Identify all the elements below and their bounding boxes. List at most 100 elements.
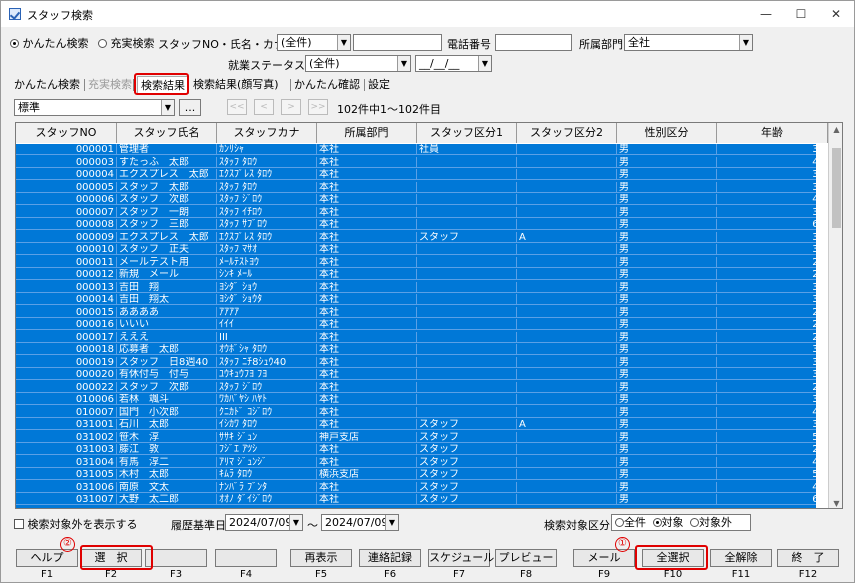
tab-settings[interactable]: 設定: [365, 76, 393, 94]
table-row[interactable]: 000001管理者ｶﾝﾘｼｬ本社社員 男37: [16, 144, 816, 155]
table-cell: [417, 156, 517, 168]
table-cell: 25: [717, 382, 816, 393]
table-cell: [517, 244, 617, 255]
table-row[interactable]: 031006南原 文太ﾅﾝﾊﾞﾗ ﾌﾞﾝﾀ本社スタッフ 男47: [16, 481, 816, 493]
table-row[interactable]: 000015ああああｱｱｱｱ本社 男23: [16, 306, 816, 318]
table-row[interactable]: 031007大野 太二郎ｵｵﾉ ﾀﾞｲｼﾞﾛｳ本社スタッフ 男69: [16, 494, 816, 505]
radio-simple-search[interactable]: [10, 39, 19, 48]
exit-button[interactable]: 終 了: [777, 549, 839, 567]
vertical-scrollbar[interactable]: ▲ ▼: [828, 123, 842, 508]
table-cell: 本社: [317, 344, 417, 355]
nav-first-button[interactable]: <<: [227, 99, 247, 115]
table-row[interactable]: 031004有馬 淳二ｱﾘﾏ ｼﾞｭﾝｼﾞ本社スタッフ 男48: [16, 456, 816, 468]
table-row[interactable]: 000006スタッフ 次郎ｽﾀｯﾌ ｼﾞﾛｳ本社 男49: [16, 194, 816, 205]
table-row[interactable]: 000012新規 メールｼﾝｷ ﾒｰﾙ本社 男24: [16, 269, 816, 280]
table-cell: 笹木 淳: [117, 431, 217, 443]
table-row[interactable]: 000018応募者 太郎ｵｳﾎﾞｼｬ ﾀﾛｳ本社 男39: [16, 344, 816, 355]
table-row[interactable]: 000022スタッフ 次郎ｽﾀｯﾌ ｼﾞﾛｳ本社 男25: [16, 381, 816, 393]
table-row[interactable]: 000017えええIII本社 男24: [16, 331, 816, 343]
table-cell: ｲｲｲ: [217, 319, 317, 330]
column-header[interactable]: 性別区分: [617, 123, 717, 143]
close-icon[interactable]: ✕: [819, 4, 853, 24]
scroll-thumb[interactable]: [832, 148, 841, 228]
phone-input[interactable]: [495, 34, 572, 51]
table-row[interactable]: 031003藤江 敦ﾌｼﾞｴ ｱﾂｼ本社スタッフ 男24: [16, 444, 816, 455]
radio-target-all[interactable]: [615, 518, 624, 527]
deselect-all-button[interactable]: 全解除: [710, 549, 772, 567]
date-from-picker[interactable]: 2024/07/09 ▼: [225, 514, 303, 531]
table-cell: ｷﾑﾗ ﾀﾛｳ: [217, 469, 317, 480]
layout-edit-button[interactable]: ...: [179, 99, 201, 116]
nav-prev-button[interactable]: <: [254, 99, 274, 115]
table-cell: スタッフ 正夫: [117, 244, 217, 255]
table-row[interactable]: 000013吉田 翔ﾖｼﾀﾞ ｼｮｳ本社 男33: [16, 281, 816, 293]
staff-select[interactable]: (全件) ▼: [277, 34, 351, 51]
layout-select[interactable]: 標準 ▼: [14, 99, 175, 116]
date-select[interactable]: __/__/__ ▼: [415, 55, 492, 72]
table-cell: [517, 394, 617, 405]
table-row[interactable]: 010007国門 小次郎ｸﾆｶﾄﾞ ｺｼﾞﾛｳ本社 男44: [16, 406, 816, 418]
tab-quick-check[interactable]: かんたん確認: [291, 76, 363, 94]
mail-button[interactable]: メール: [573, 549, 635, 567]
radio-target-off[interactable]: [690, 518, 699, 527]
table-row[interactable]: 000011メールテスト用ﾒｰﾙﾃｽﾄﾖｳ本社 男24: [16, 256, 816, 268]
table-row[interactable]: 000020有休付与 付与ﾕｳｷｭｳﾌﾖ ﾌﾖ本社 男35: [16, 369, 816, 380]
contact-log-button[interactable]: 連絡記録: [359, 549, 421, 567]
column-header[interactable]: スタッフ区分1: [417, 123, 517, 143]
radio-full-search[interactable]: [98, 39, 107, 48]
function-key-label: F1: [40, 569, 54, 580]
staff-search-window: スタッフ検索 — ☐ ✕ かんたん検索 充実検索 スタッフNO・氏名・カナ (全…: [0, 0, 855, 583]
table-row[interactable]: 000008スタッフ 三郎ｽﾀｯﾌ ｻﾌﾞﾛｳ本社 男68: [16, 219, 816, 230]
status-select[interactable]: (全件) ▼: [305, 55, 411, 72]
refresh-button[interactable]: 再表示: [290, 549, 352, 567]
table-cell: 男: [617, 431, 717, 443]
table-cell: 39: [717, 344, 816, 355]
date-to-picker[interactable]: 2024/07/09 ▼: [321, 514, 399, 531]
table-cell: [417, 356, 517, 368]
column-header[interactable]: 所属部門: [317, 123, 417, 143]
radio-target-on[interactable]: [652, 518, 662, 527]
table-row[interactable]: 000009エクスプレス 太郎ｴｸｽﾌﾟﾚｽ ﾀﾛｳ本社スタッフA男35: [16, 231, 816, 243]
table-row[interactable]: 000003すたっふ 太郎ｽﾀｯﾌ ﾀﾛｳ本社 男49: [16, 156, 816, 168]
table-cell: [517, 481, 617, 493]
column-header[interactable]: 年齢: [717, 123, 828, 143]
table-row[interactable]: 000014吉田 翔太ﾖｼﾀﾞ ｼｮｳﾀ本社 男33: [16, 294, 816, 305]
radio-simple-label: かんたん検索: [22, 37, 89, 50]
scroll-down-icon[interactable]: ▼: [829, 499, 842, 508]
column-header[interactable]: スタッフ氏名: [117, 123, 217, 143]
table-row[interactable]: 000005スタッフ 太郎ｽﾀｯﾌ ﾀﾛｳ本社 男34: [16, 181, 816, 193]
column-header[interactable]: スタッフカナ: [217, 123, 317, 143]
dept-select[interactable]: 全社 ▼: [624, 34, 753, 51]
nav-next-button[interactable]: >: [281, 99, 301, 115]
table-cell: 本社: [317, 456, 417, 468]
column-header[interactable]: スタッフ区分2: [517, 123, 617, 143]
column-header[interactable]: スタッフNO: [16, 123, 117, 143]
title-bar: スタッフ検索 — ☐ ✕: [1, 1, 854, 27]
table-row[interactable]: 031002笹木 淳ｻｻｷ ｼﾞｭﾝ神戸支店スタッフ 男51: [16, 431, 816, 443]
table-cell: 000016: [16, 319, 117, 330]
staff-input[interactable]: [353, 34, 442, 51]
table-row[interactable]: 000016いいいｲｲｲ本社 男23: [16, 319, 816, 330]
table-row[interactable]: 010006若林 颯斗ﾜｶﾊﾞﾔｼ ﾊﾔﾄ本社 男37: [16, 394, 816, 405]
table-row[interactable]: 000004エクスプレス 太郎ｴｸｽﾌﾟﾚｽ ﾀﾛｳ本社 男34: [16, 169, 816, 180]
table-row[interactable]: 031005木村 太郎ｷﾑﾗ ﾀﾛｳ横浜支店スタッフ 男59: [16, 469, 816, 480]
f4-button[interactable]: [215, 549, 277, 567]
tab-full-search[interactable]: 充実検索: [85, 76, 135, 94]
schedule-button[interactable]: スケジュール: [428, 549, 494, 567]
maximize-icon[interactable]: ☐: [784, 4, 818, 24]
table-row[interactable]: 031001石川 太郎ｲｼｶﾜ ﾀﾛｳ本社スタッフA男36: [16, 419, 816, 430]
nav-last-button[interactable]: >>: [308, 99, 328, 115]
scroll-up-icon[interactable]: ▲: [829, 125, 842, 134]
preview-button[interactable]: プレビュー: [495, 549, 557, 567]
table-row[interactable]: 000007スタッフ 一朗ｽﾀｯﾌ ｲﾁﾛｳ本社 男33: [16, 206, 816, 218]
table-cell: 男: [617, 494, 717, 505]
tab-search-results-photo[interactable]: 検索結果(顔写真): [190, 76, 282, 94]
table-cell: 男: [617, 369, 717, 380]
table-row[interactable]: 000010スタッフ 正夫ｽﾀｯﾌ ﾏｻｵ本社 男36: [16, 244, 816, 255]
minimize-icon[interactable]: —: [749, 4, 783, 24]
table-cell: 国門 小次郎: [117, 406, 217, 418]
show-excluded-checkbox[interactable]: [14, 519, 24, 529]
table-row[interactable]: 000019スタッフ 日8週40ｽﾀｯﾌ ﾆﾁ8ｼｭｳ40本社 男33: [16, 356, 816, 368]
tab-simple-search[interactable]: かんたん検索: [11, 76, 83, 94]
f3-button[interactable]: [145, 549, 207, 567]
